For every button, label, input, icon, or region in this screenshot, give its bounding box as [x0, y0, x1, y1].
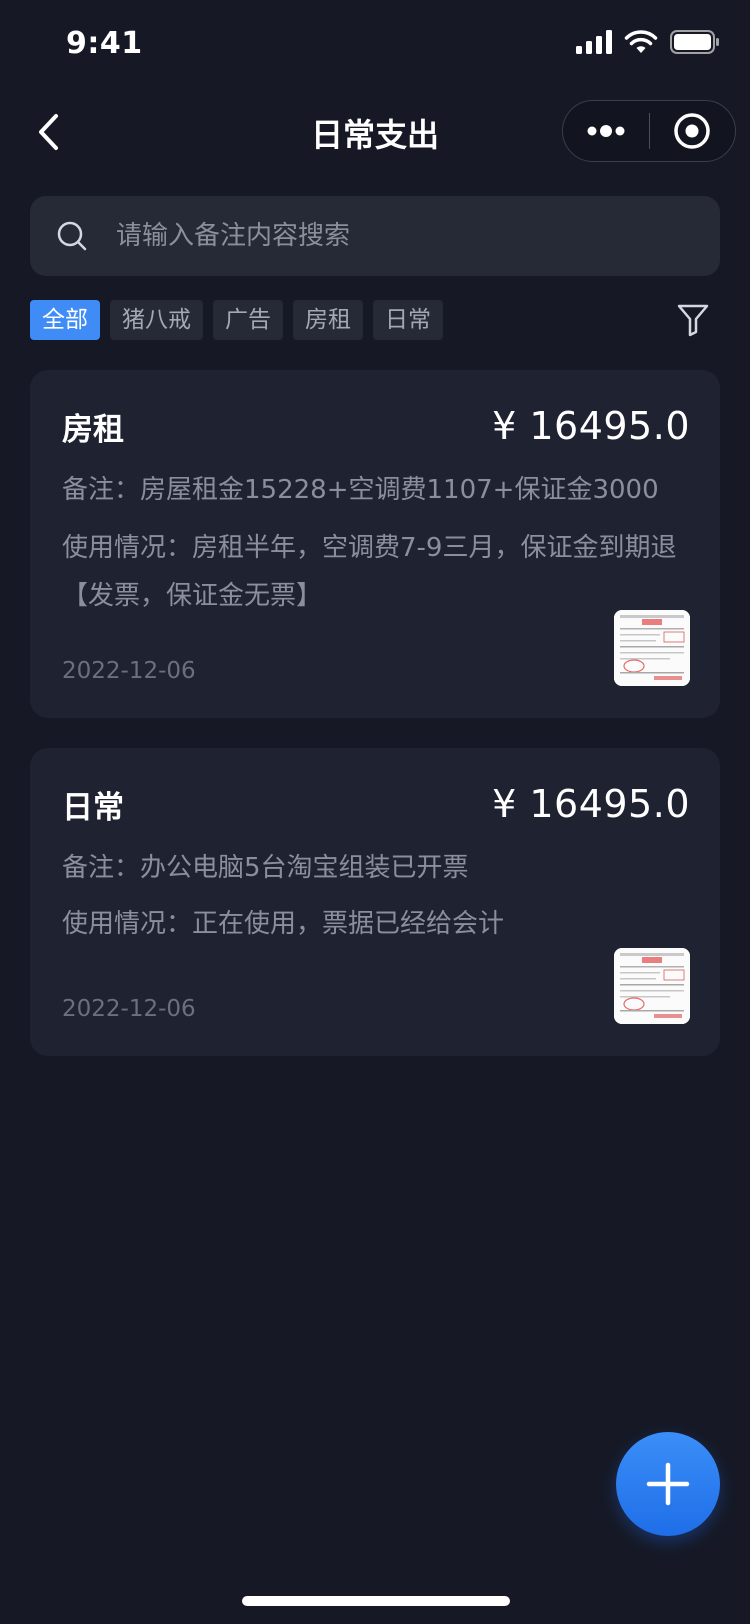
card-category: 房租 — [62, 412, 124, 448]
filter-funnel-icon — [677, 304, 709, 337]
target-circle-icon — [674, 113, 710, 149]
card-date: 2022-12-06 — [62, 996, 196, 1022]
signal-icon — [576, 30, 612, 54]
invoice-thumbnail[interactable] — [614, 610, 690, 686]
tag-zhubajie[interactable]: 猪八戒 — [110, 300, 203, 340]
expense-card[interactable]: 日常 ¥ 16495.0 备注：办公电脑5台淘宝组装已开票 使用情况：正在使用，… — [30, 748, 720, 1056]
invoice-image-icon — [614, 610, 690, 686]
card-amount: ¥ 16495.0 — [492, 782, 690, 826]
tag-rent[interactable]: 房租 — [293, 300, 363, 340]
card-usage: 使用情况：正在使用，票据已经给会计 — [62, 909, 505, 939]
search-input[interactable] — [114, 220, 720, 252]
invoice-thumbnail[interactable] — [614, 948, 690, 1024]
search-icon — [57, 221, 87, 251]
card-note: 备注：办公电脑5台淘宝组装已开票 — [62, 853, 469, 883]
tag-all[interactable]: 全部 — [30, 300, 100, 340]
close-button[interactable] — [650, 101, 736, 161]
search-box[interactable] — [30, 196, 720, 276]
tag-ads[interactable]: 广告 — [213, 300, 283, 340]
category-tags: 全部 猪八戒 广告 房租 日常 — [30, 300, 443, 340]
status-icons — [576, 30, 720, 54]
expense-card[interactable]: 房租 ¥ 16495.0 备注：房屋租金15228+空调费1107+保证金300… — [30, 370, 720, 718]
home-indicator — [242, 1596, 510, 1606]
status-time: 9:41 — [66, 26, 143, 61]
more-button[interactable] — [563, 101, 649, 161]
invoice-image-icon — [614, 948, 690, 1024]
card-amount: ¥ 16495.0 — [492, 404, 690, 448]
status-bar: 9:41 — [0, 0, 750, 88]
add-expense-button[interactable] — [616, 1432, 720, 1536]
card-category: 日常 — [62, 790, 124, 826]
mini-program-capsule — [562, 100, 736, 162]
plus-icon — [646, 1462, 690, 1506]
tag-daily[interactable]: 日常 — [373, 300, 443, 340]
more-dots-icon — [587, 125, 625, 137]
filter-button[interactable] — [676, 302, 710, 338]
wifi-icon — [624, 30, 658, 53]
nav-bar: 日常支出 — [0, 88, 750, 176]
card-date: 2022-12-06 — [62, 658, 196, 684]
card-note: 备注：房屋租金15228+空调费1107+保证金3000 — [62, 475, 659, 505]
card-usage: 使用情况：房租半年，空调费7-9三月，保证金到期退【发票，保证金无票】 — [62, 533, 677, 611]
battery-icon — [670, 30, 719, 54]
